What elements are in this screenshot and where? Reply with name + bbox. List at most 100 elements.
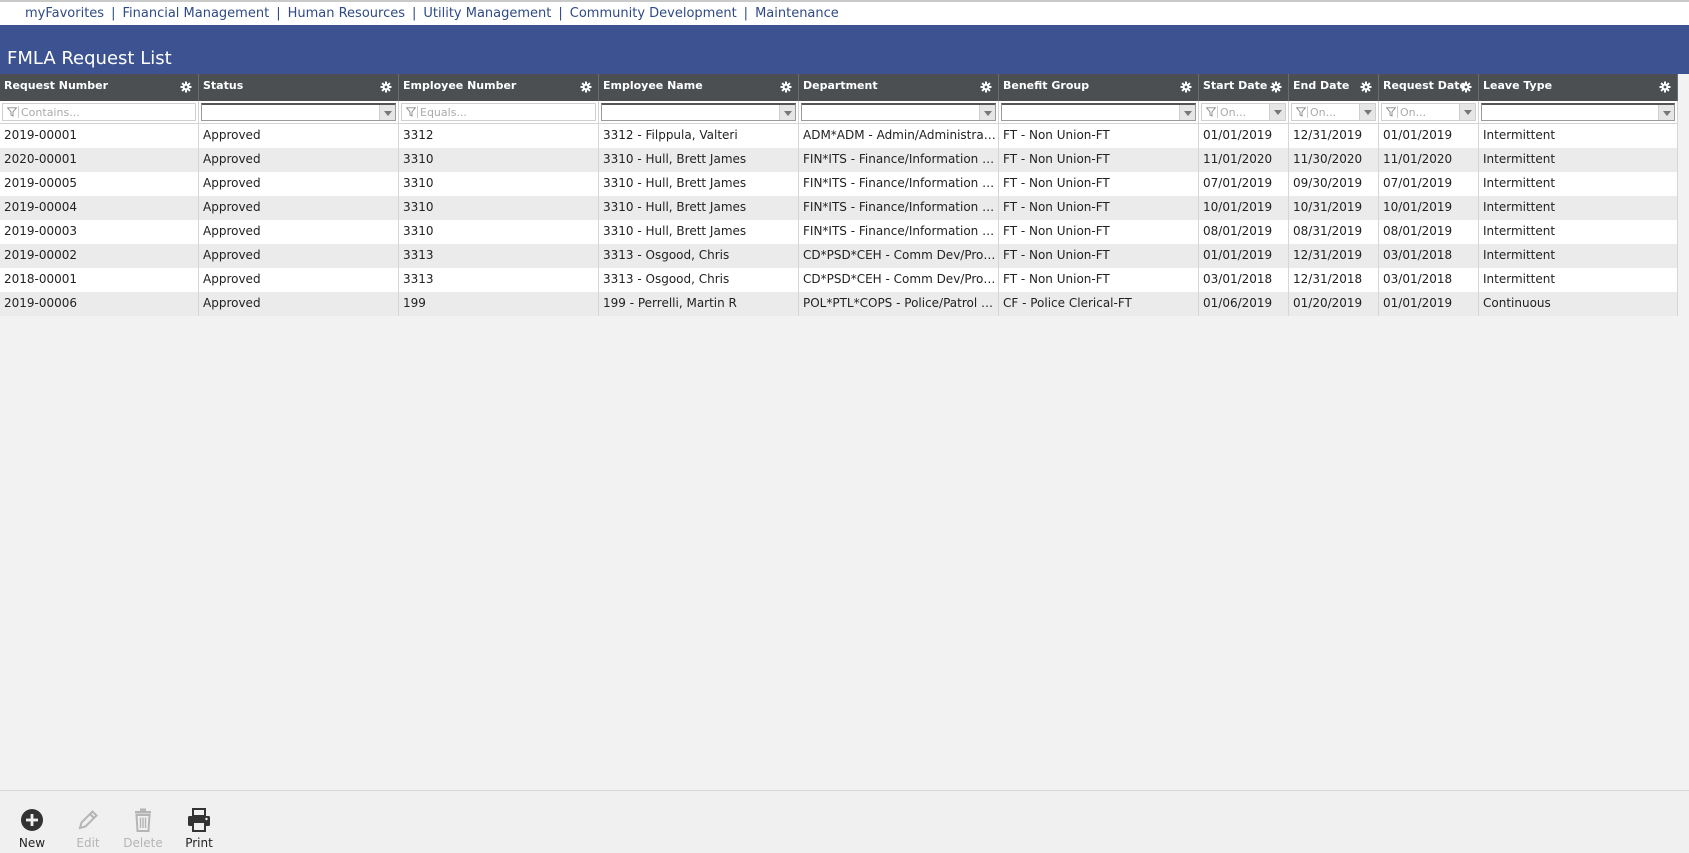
dropdown-arrow-icon[interactable] xyxy=(1459,104,1475,120)
dropdown-arrow-icon[interactable] xyxy=(1359,104,1375,120)
filter-placeholder: On... xyxy=(1400,106,1427,119)
filter-employee-name-input[interactable] xyxy=(601,103,796,121)
cell-status: Approved xyxy=(199,172,399,196)
filter-employee-number-input[interactable]: Equals... xyxy=(401,103,596,121)
cell-request-number: 2019-00002 xyxy=(0,244,199,268)
table-row[interactable]: 2019-00005 Approved 3310 3310 - Hull, Brett… xyxy=(0,172,1678,196)
cell-employee-name: 3310 - Hull, Brett James xyxy=(599,172,799,196)
table-row[interactable]: 2019-00003 Approved 3310 3310 - Hull, Brett… xyxy=(0,220,1678,244)
filter-cell: On... xyxy=(1199,101,1289,123)
filter-cell xyxy=(1479,101,1678,123)
filter-divider xyxy=(1217,106,1218,118)
filter-department-input[interactable] xyxy=(801,103,996,121)
cell-leave-type: Intermittent xyxy=(1479,220,1678,244)
cell-start-date: 11/01/2020 xyxy=(1199,148,1289,172)
cell-employee-number: 3312 xyxy=(399,124,599,148)
cell-end-date: 12/31/2019 xyxy=(1289,244,1379,268)
dropdown-arrow-icon[interactable] xyxy=(1269,104,1285,120)
cell-leave-type: Continuous xyxy=(1479,292,1678,316)
delete-button[interactable]: Delete xyxy=(121,806,165,850)
column-header-leave-type[interactable]: Leave Type xyxy=(1479,74,1678,101)
cell-start-date: 01/06/2019 xyxy=(1199,292,1289,316)
table-row[interactable]: 2019-00001 Approved 3312 3312 - Filppula, V… xyxy=(0,124,1678,148)
cell-status: Approved xyxy=(199,268,399,292)
cell-employee-number: 3313 xyxy=(399,268,599,292)
cell-employee-name: 3310 - Hull, Brett James xyxy=(599,220,799,244)
dropdown-arrow-icon[interactable] xyxy=(979,105,995,120)
cell-department: POL*PTL*COPS - Police/Patrol Ser... xyxy=(799,292,999,316)
dropdown-arrow-icon[interactable] xyxy=(379,105,395,120)
toolbar-button-label: Delete xyxy=(123,836,163,850)
column-header-label: Department xyxy=(803,79,878,92)
dropdown-arrow-icon[interactable] xyxy=(1179,105,1195,120)
nav-link-human-resources[interactable]: Human Resources xyxy=(288,6,405,21)
cell-benefit-group: CF - Police Clerical-FT xyxy=(999,292,1199,316)
cell-leave-type: Intermittent xyxy=(1479,148,1678,172)
grid-header-row: Request Number Status Employee Number Emplo… xyxy=(0,74,1678,101)
column-header-employee-name[interactable]: Employee Name xyxy=(599,74,799,101)
column-header-start-date[interactable]: Start Date xyxy=(1199,74,1289,101)
page-title: FMLA Request List xyxy=(7,48,172,69)
cell-benefit-group: FT - Non Union-FT xyxy=(999,268,1199,292)
filter-cell: Equals... xyxy=(399,101,599,123)
filter-status-input[interactable] xyxy=(201,103,396,121)
column-header-employee-number[interactable]: Employee Number xyxy=(399,74,599,101)
column-header-request-date[interactable]: Request Date xyxy=(1379,74,1479,101)
cell-employee-name: 199 - Perrelli, Martin R xyxy=(599,292,799,316)
pencil-icon xyxy=(66,806,110,834)
cell-employee-name: 3310 - Hull, Brett James xyxy=(599,148,799,172)
bottom-toolbar: New Edit Delete Print xyxy=(0,790,1689,853)
table-row[interactable]: 2019-00006 Approved 199 199 - Perrelli, Mar… xyxy=(0,292,1678,316)
cell-department: CD*PSD*CEH - Comm Dev/Proper... xyxy=(799,244,999,268)
nav-link-utility-management[interactable]: Utility Management xyxy=(423,6,551,21)
nav-link-community-development[interactable]: Community Development xyxy=(570,6,737,21)
nav-link-maintenance[interactable]: Maintenance xyxy=(755,6,839,21)
cell-benefit-group: FT - Non Union-FT xyxy=(999,196,1199,220)
edit-button[interactable]: Edit xyxy=(66,806,110,850)
filter-request-number-input[interactable]: Contains... xyxy=(2,103,196,121)
column-header-label: Request Date xyxy=(1383,79,1468,92)
column-header-status[interactable]: Status xyxy=(199,74,399,101)
cell-benefit-group: FT - Non Union-FT xyxy=(999,148,1199,172)
column-header-end-date[interactable]: End Date xyxy=(1289,74,1379,101)
dropdown-arrow-icon[interactable] xyxy=(1658,105,1674,120)
nav-separator: | xyxy=(276,6,281,21)
table-row[interactable]: 2019-00002 Approved 3313 3313 - Osgood, Chr… xyxy=(0,244,1678,268)
print-button[interactable]: Print xyxy=(177,806,221,850)
filter-start-date-input[interactable]: On... xyxy=(1201,103,1286,121)
dropdown-arrow-icon[interactable] xyxy=(779,105,795,120)
cell-request-date: 03/01/2018 xyxy=(1379,244,1479,268)
cell-request-number: 2019-00004 xyxy=(0,196,199,220)
plus-circle-icon xyxy=(10,806,54,834)
table-row[interactable]: 2020-00001 Approved 3310 3310 - Hull, Brett… xyxy=(0,148,1678,172)
cell-department: FIN*ITS - Finance/Information Tec... xyxy=(799,220,999,244)
grid-filter-row: Contains... Equals... On... On... On... xyxy=(0,101,1678,124)
cell-leave-type: Intermittent xyxy=(1479,196,1678,220)
cell-employee-name: 3313 - Osgood, Chris xyxy=(599,244,799,268)
cell-employee-name: 3310 - Hull, Brett James xyxy=(599,196,799,220)
toolbar-button-label: Print xyxy=(185,836,213,850)
cell-start-date: 03/01/2018 xyxy=(1199,268,1289,292)
cell-department: ADM*ADM - Admin/Administrativ... xyxy=(799,124,999,148)
cell-leave-type: Intermittent xyxy=(1479,268,1678,292)
title-bar: FMLA Request List xyxy=(0,25,1689,74)
new-button[interactable]: New xyxy=(10,806,54,850)
filter-end-date-input[interactable]: On... xyxy=(1291,103,1376,121)
nav-link-financial-management[interactable]: Financial Management xyxy=(122,6,269,21)
filter-request-date-input[interactable]: On... xyxy=(1381,103,1476,121)
filter-leave-type-input[interactable] xyxy=(1481,103,1675,121)
cell-benefit-group: FT - Non Union-FT xyxy=(999,124,1199,148)
table-row[interactable]: 2019-00004 Approved 3310 3310 - Hull, Brett… xyxy=(0,196,1678,220)
filter-benefit-group-input[interactable] xyxy=(1001,103,1196,121)
top-navigation: myFavorites | Financial Management | Hum… xyxy=(0,0,1689,25)
cell-request-number: 2019-00001 xyxy=(0,124,199,148)
table-row[interactable]: 2018-00001 Approved 3313 3313 - Osgood, Chr… xyxy=(0,268,1678,292)
nav-separator: | xyxy=(743,6,749,21)
nav-link-myfavorites[interactable]: myFavorites xyxy=(25,6,104,21)
column-header-department[interactable]: Department xyxy=(799,74,999,101)
column-header-benefit-group[interactable]: Benefit Group xyxy=(999,74,1199,101)
column-header-label: End Date xyxy=(1293,79,1350,92)
cell-start-date: 01/01/2019 xyxy=(1199,124,1289,148)
filter-cell: On... xyxy=(1379,101,1479,123)
column-header-request-number[interactable]: Request Number xyxy=(0,74,199,101)
